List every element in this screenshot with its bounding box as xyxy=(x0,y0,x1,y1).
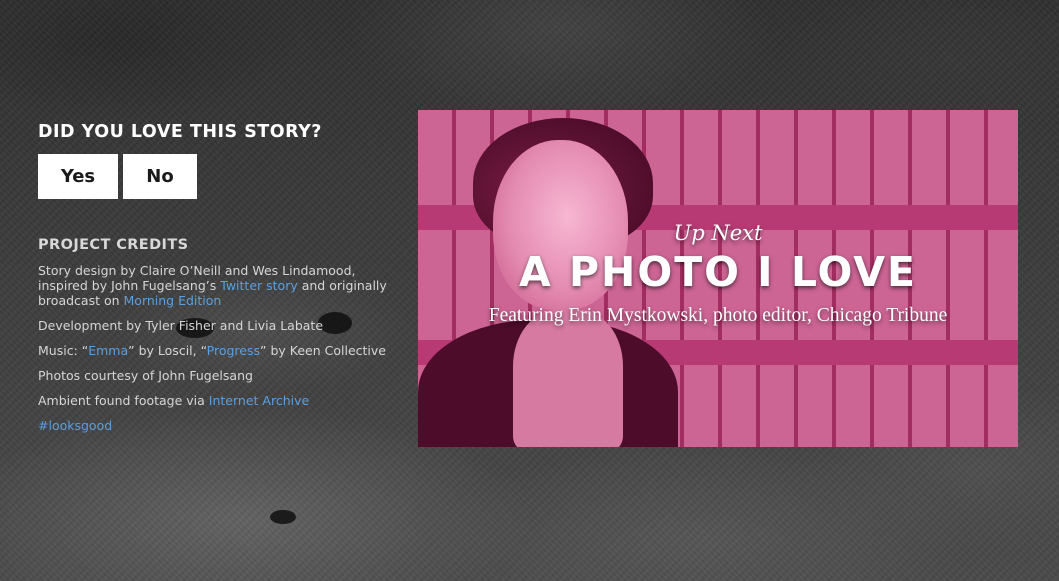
no-button[interactable]: No xyxy=(123,154,197,199)
progress-link[interactable]: Progress xyxy=(207,343,260,358)
credit-text: Music: “ xyxy=(38,343,89,358)
morning-edition-link[interactable]: Morning Edition xyxy=(124,293,222,308)
feedback-question: DID YOU LOVE THIS STORY? xyxy=(38,122,322,142)
credit-text: ” by Keen Collective xyxy=(260,343,386,358)
credit-music: Music: “Emma” by Loscil, “Progress” by K… xyxy=(38,343,403,358)
internet-archive-link[interactable]: Internet Archive xyxy=(209,393,309,408)
yes-button[interactable]: Yes xyxy=(38,154,118,199)
story-end-panel: DID YOU LOVE THIS STORY? Yes No PROJECT … xyxy=(38,120,403,443)
up-next-card[interactable]: Up Next A PHOTO I LOVE Featuring Erin My… xyxy=(418,110,1018,447)
up-next-featuring: Featuring Erin Mystkowski, photo editor,… xyxy=(488,305,948,326)
background-smudge xyxy=(270,510,296,524)
vote-buttons: Yes No xyxy=(38,154,403,199)
up-next-caption: Up Next A PHOTO I LOVE Featuring Erin My… xyxy=(418,220,1018,330)
credits-list: Story design by Claire O’Neill and Wes L… xyxy=(38,263,403,433)
credit-text: Ambient found footage via xyxy=(38,393,209,408)
twitter-story-link[interactable]: Twitter story xyxy=(220,278,297,293)
credit-story-design: Story design by Claire O’Neill and Wes L… xyxy=(38,263,403,308)
up-next-title: A PHOTO I LOVE xyxy=(518,248,917,296)
emma-link[interactable]: Emma xyxy=(88,343,128,358)
credit-hashtag: #looksgood xyxy=(38,418,403,433)
portrait-chest xyxy=(513,310,623,447)
credit-photos: Photos courtesy of John Fugelsang xyxy=(38,368,253,383)
credit-ambient: Ambient found footage via Internet Archi… xyxy=(38,393,403,408)
credits-title: PROJECT CREDITS xyxy=(38,237,189,253)
looksgood-hashtag-link[interactable]: #looksgood xyxy=(38,418,112,433)
credit-text: ” by Loscil, “ xyxy=(128,343,207,358)
up-next-kicker: Up Next xyxy=(673,221,763,245)
credit-development: Development by Tyler Fisher and Livia La… xyxy=(38,318,324,333)
